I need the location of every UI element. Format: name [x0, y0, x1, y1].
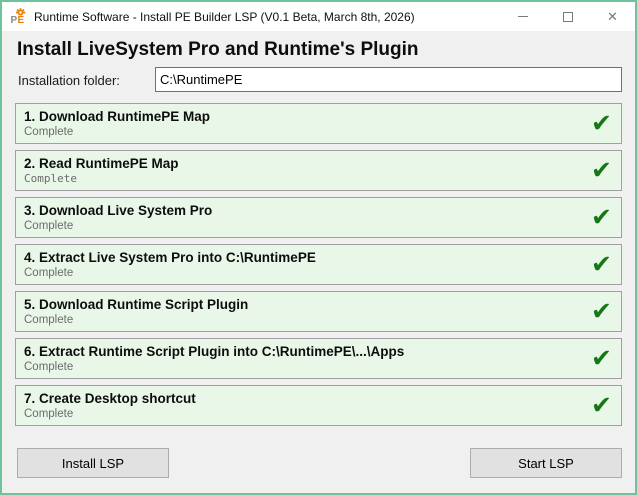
step-status: Complete	[24, 408, 74, 420]
check-icon: ✔	[591, 296, 612, 325]
step-title: 2. Read RuntimePE Map	[24, 156, 179, 171]
window-controls: ✕	[500, 2, 635, 31]
step-status: Complete	[24, 314, 74, 326]
steps-list: 1. Download RuntimePE Map Complete ✔ 2. …	[15, 103, 622, 426]
step-status: Complete	[24, 267, 74, 279]
svg-text:E: E	[18, 15, 25, 25]
step-title: 3. Download Live System Pro	[24, 203, 213, 218]
installation-folder-input[interactable]	[155, 67, 622, 92]
check-icon: ✔	[591, 390, 612, 419]
check-icon: ✔	[591, 249, 612, 278]
step-panel: 2. Read RuntimePE Map Complete ✔	[15, 150, 622, 191]
window-title: Runtime Software - Install PE Builder LS…	[34, 9, 415, 24]
check-icon: ✔	[591, 343, 612, 372]
step-panel: 3. Download Live System Pro Complete ✔	[15, 197, 622, 238]
step-panel: 4. Extract Live System Pro into C:\Runti…	[15, 244, 622, 285]
start-lsp-button[interactable]: Start LSP	[470, 448, 622, 478]
installation-folder-label: Installation folder:	[18, 73, 120, 88]
step-status: Complete	[24, 126, 74, 138]
step-status: Complete	[24, 220, 74, 232]
step-title: 4. Extract Live System Pro into C:\Runti…	[24, 250, 316, 265]
app-window: P E Runtime Software - Install PE Builde…	[0, 0, 637, 495]
step-panel: 7. Create Desktop shortcut Complete ✔	[15, 385, 622, 426]
check-icon: ✔	[591, 108, 612, 137]
maximize-button[interactable]	[545, 2, 590, 31]
titlebar: P E Runtime Software - Install PE Builde…	[2, 2, 635, 31]
minimize-icon	[517, 16, 528, 17]
step-status: Complete	[24, 172, 77, 185]
maximize-icon	[562, 11, 573, 22]
check-icon: ✔	[591, 202, 612, 231]
page-title: Install LiveSystem Pro and Runtime's Plu…	[17, 39, 419, 60]
svg-text:P: P	[11, 15, 18, 25]
step-panel: 6. Extract Runtime Script Plugin into C:…	[15, 338, 622, 379]
close-button[interactable]: ✕	[590, 2, 635, 31]
minimize-button[interactable]	[500, 2, 545, 31]
check-icon: ✔	[591, 155, 612, 184]
step-title: 5. Download Runtime Script Plugin	[24, 297, 249, 312]
step-title: 6. Extract Runtime Script Plugin into C:…	[24, 344, 405, 359]
close-icon: ✕	[607, 9, 618, 24]
step-panel: 1. Download RuntimePE Map Complete ✔	[15, 103, 622, 144]
install-lsp-button[interactable]: Install LSP	[17, 448, 169, 478]
step-title: 7. Create Desktop shortcut	[24, 391, 196, 406]
step-title: 1. Download RuntimePE Map	[24, 109, 211, 124]
content-area: Install LiveSystem Pro and Runtime's Plu…	[2, 31, 635, 495]
step-panel: 5. Download Runtime Script Plugin Comple…	[15, 291, 622, 332]
app-icon: P E	[10, 8, 27, 26]
step-status: Complete	[24, 361, 74, 373]
